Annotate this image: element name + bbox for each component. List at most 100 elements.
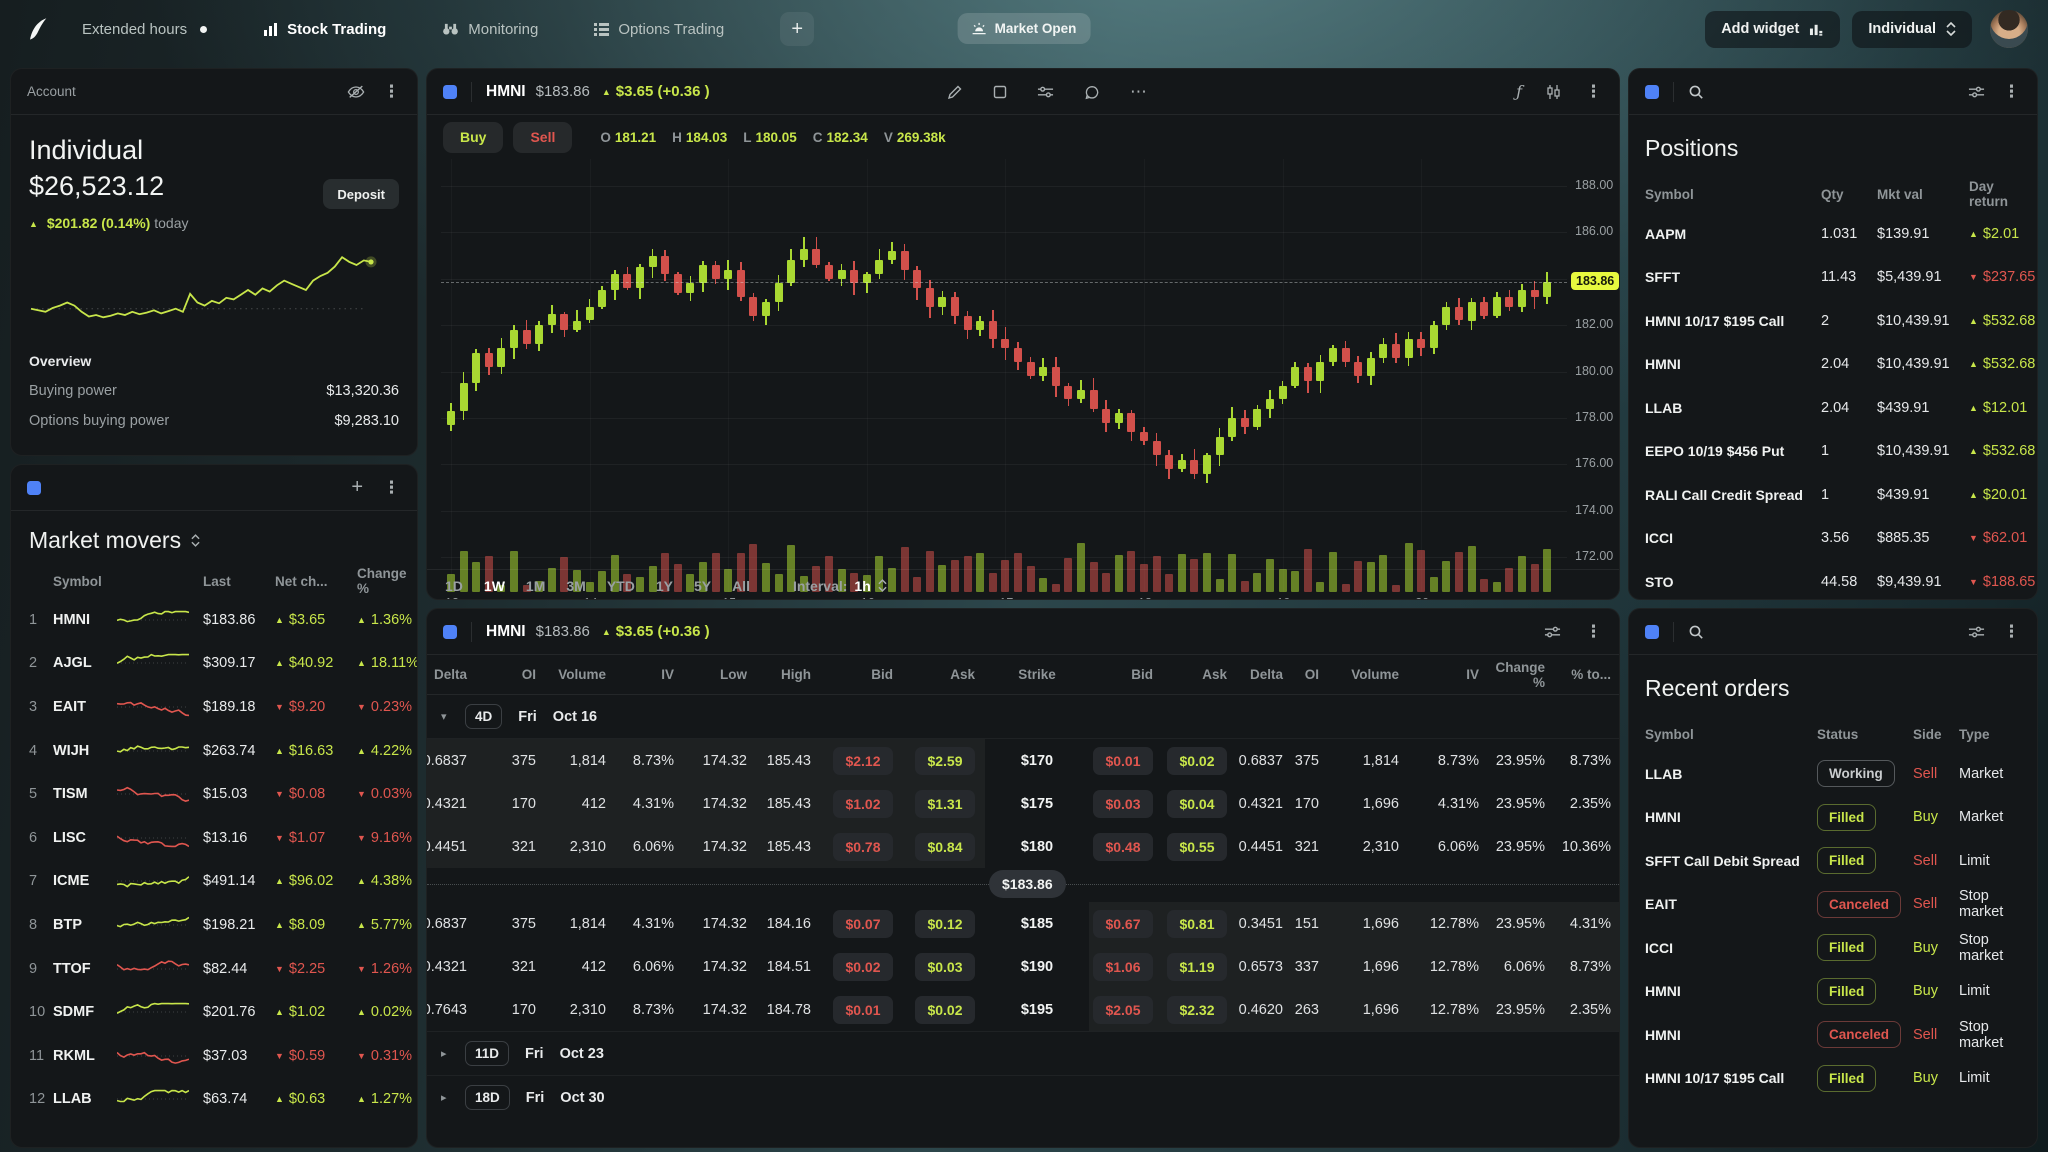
ask-price-button[interactable]: $0.02 xyxy=(915,996,975,1024)
options-row-strike-185[interactable]: 0.68373751,8144.31%174.32184.16$0.07$0.1… xyxy=(426,902,1620,945)
options-row-strike-175[interactable]: 0.43211704124.31%174.32185.43$1.02$1.31$… xyxy=(426,782,1620,825)
position-row-HMNI[interactable]: HMNI 10/17 $195 Call2$10,439.91▲$532.68 xyxy=(1629,299,2037,343)
buy-button[interactable]: Buy xyxy=(443,122,503,153)
position-row-RALI[interactable]: RALI Call Credit Spread1$439.91▲$20.01 xyxy=(1629,473,2037,517)
add-widget-button[interactable]: Add widget xyxy=(1705,11,1840,48)
order-row-SFFT[interactable]: SFFT Call Debit SpreadFilledSellLimit xyxy=(1629,839,2037,883)
chart-menu-kebab-icon[interactable]: ⋮ xyxy=(1585,82,1603,102)
expiry-row-18D[interactable]: ▸18DFriOct 30 xyxy=(427,1075,1619,1119)
range-button-all[interactable]: All xyxy=(732,578,750,594)
bid-price-button[interactable]: $0.02 xyxy=(833,953,893,981)
widget-drag-handle[interactable] xyxy=(1645,85,1659,99)
market-movers-row-BTP[interactable]: 8BTP$198.21▲$8.09▲5.77% xyxy=(11,903,417,947)
position-row-STO[interactable]: STO44.58$9,439.91▼$188.65 xyxy=(1629,560,2037,600)
market-movers-row-TTOF[interactable]: 9TTOF$82.44▼$2.25▼1.26% xyxy=(11,947,417,991)
ask-price-button[interactable]: $0.02 xyxy=(1167,747,1227,775)
order-row-HMNI[interactable]: HMNI 10/17 $195 CallFilledBuyLimit xyxy=(1629,1057,2037,1101)
position-row-SFFT[interactable]: SFFT11.43$5,439.91▼$237.65 xyxy=(1629,256,2037,300)
range-button-3m[interactable]: 3M xyxy=(566,578,585,594)
bid-price-button[interactable]: $0.78 xyxy=(833,833,893,861)
chart-symbol[interactable]: HMNI xyxy=(486,83,526,101)
bid-price-button[interactable]: $1.02 xyxy=(833,790,893,818)
market-movers-row-WIJH[interactable]: 4WIJH$263.74▲$16.63▲4.22% xyxy=(11,729,417,773)
candlestick-chart-plot[interactable]: 188.00186.00184.00182.00180.00178.00176.… xyxy=(441,159,1581,592)
draw-pencil-icon[interactable] xyxy=(947,84,963,100)
bid-price-button[interactable]: $2.05 xyxy=(1093,996,1153,1024)
market-movers-row-LLAB[interactable]: 12LLAB$63.74▲$0.63▲1.27% xyxy=(11,1078,417,1122)
range-button-1m[interactable]: 1M xyxy=(526,578,545,594)
position-row-HMNI[interactable]: HMNI2.04$10,439.91▲$532.68 xyxy=(1629,343,2037,387)
options-row-strike-170[interactable]: 0.68373751,8148.73%174.32185.43$2.12$2.5… xyxy=(426,739,1620,782)
options-symbol[interactable]: HMNI xyxy=(486,623,526,641)
ask-price-button[interactable]: $2.59 xyxy=(915,747,975,775)
widget-drag-handle[interactable] xyxy=(443,625,457,639)
range-button-1w[interactable]: 1W xyxy=(484,578,505,594)
ask-price-button[interactable]: $0.03 xyxy=(915,953,975,981)
bid-price-button[interactable]: $0.01 xyxy=(833,996,893,1024)
range-button-1y[interactable]: 1Y xyxy=(656,578,673,594)
ask-price-button[interactable]: $0.84 xyxy=(915,833,975,861)
range-button-ytd[interactable]: YTD xyxy=(607,578,635,594)
account-selector-dropdown[interactable]: Individual xyxy=(1852,11,1972,48)
range-button-1d[interactable]: 1D xyxy=(445,578,463,594)
bid-price-button[interactable]: $2.12 xyxy=(833,747,893,775)
bid-price-button[interactable]: $0.67 xyxy=(1093,910,1153,938)
user-avatar[interactable] xyxy=(1990,10,2028,48)
tab-options-trading[interactable]: Options Trading xyxy=(594,21,724,38)
bid-price-button[interactable]: $0.01 xyxy=(1093,747,1153,775)
comment-bubble-icon[interactable] xyxy=(1084,85,1100,100)
ask-price-button[interactable]: $2.32 xyxy=(1167,996,1227,1024)
market-movers-row-RKML[interactable]: 11RKML$37.03▼$0.59▼0.31% xyxy=(11,1034,417,1078)
widget-drag-handle[interactable] xyxy=(443,85,457,99)
bid-price-button[interactable]: $1.06 xyxy=(1093,953,1153,981)
extended-hours-toggle[interactable]: Extended hours xyxy=(82,21,207,38)
orders-menu-kebab-icon[interactable]: ⋮ xyxy=(2003,622,2021,642)
bid-price-button[interactable]: $0.07 xyxy=(833,910,893,938)
order-row-ICCI[interactable]: ICCIFilledBuyStop market xyxy=(1629,926,2037,970)
columns-tune-icon[interactable] xyxy=(1968,85,1985,99)
bid-price-button[interactable]: $0.48 xyxy=(1093,833,1153,861)
widget-drag-handle[interactable] xyxy=(1645,625,1659,639)
bid-price-button[interactable]: $0.03 xyxy=(1093,790,1153,818)
sort-updown-icon[interactable] xyxy=(191,534,200,547)
order-row-EAIT[interactable]: EAITCanceledSellStop market xyxy=(1629,883,2037,927)
sell-button[interactable]: Sell xyxy=(513,122,572,153)
widget-drag-handle[interactable] xyxy=(27,481,41,495)
position-row-EEPO[interactable]: EEPO 10/19 $456 Put1$10,439.91▲$532.68 xyxy=(1629,430,2037,474)
market-movers-row-SDMF[interactable]: 10SDMF$201.76▲$1.02▲0.02% xyxy=(11,990,417,1034)
add-workspace-tab-button[interactable]: + xyxy=(780,12,814,46)
deposit-button[interactable]: Deposit xyxy=(323,179,399,209)
ask-price-button[interactable]: $0.81 xyxy=(1167,910,1227,938)
order-row-HMNI[interactable]: HMNIFilledBuyLimit xyxy=(1629,970,2037,1014)
position-row-ICCI[interactable]: ICCI3.56$885.35▼$62.01 xyxy=(1629,517,2037,561)
options-row-strike-180[interactable]: 0.44513212,3106.06%174.32185.43$0.78$0.8… xyxy=(426,825,1620,868)
position-row-LLAB[interactable]: LLAB2.04$439.91▲$12.01 xyxy=(1629,386,2037,430)
options-row-strike-195[interactable]: 0.76431702,3108.73%174.32184.78$0.01$0.0… xyxy=(426,988,1620,1031)
filter-tune-icon[interactable] xyxy=(1544,625,1561,639)
fx-indicator-icon[interactable]: ƒ xyxy=(1516,82,1522,101)
search-icon[interactable] xyxy=(1688,84,1704,100)
market-movers-row-ICME[interactable]: 7ICME$491.14▲$96.02▲4.38% xyxy=(11,860,417,904)
ask-price-button[interactable]: $0.04 xyxy=(1167,790,1227,818)
search-icon[interactable] xyxy=(1688,624,1704,640)
ask-price-button[interactable]: $0.12 xyxy=(915,910,975,938)
options-menu-kebab-icon[interactable]: ⋮ xyxy=(1585,622,1603,642)
market-movers-row-EAIT[interactable]: 3EAIT$189.18▼$9.20▼0.23% xyxy=(11,685,417,729)
account-menu-kebab-icon[interactable]: ⋮ xyxy=(383,82,401,102)
more-tools-ellipsis-icon[interactable]: ⋯ xyxy=(1130,82,1148,102)
positions-menu-kebab-icon[interactable]: ⋮ xyxy=(2003,82,2021,102)
ask-price-button[interactable]: $0.55 xyxy=(1167,833,1227,861)
movers-menu-kebab-icon[interactable]: ⋮ xyxy=(383,478,401,498)
order-row-HMNI[interactable]: HMNICanceledSellStop market xyxy=(1629,1013,2037,1057)
market-movers-row-HMNI[interactable]: 1HMNI$183.86▲$3.65▲1.36% xyxy=(11,598,417,642)
market-movers-row-TISM[interactable]: 5TISM$15.03▼$0.08▼0.03% xyxy=(11,772,417,816)
expiry-row-4D[interactable]: ▾4DFriOct 16 xyxy=(427,695,1619,739)
tab-monitoring[interactable]: Monitoring xyxy=(442,21,538,38)
market-movers-title-row[interactable]: Market movers xyxy=(11,511,417,558)
tab-stock-trading[interactable]: Stock Trading xyxy=(263,21,386,38)
add-symbol-plus-icon[interactable]: + xyxy=(351,476,363,499)
order-row-HMNI[interactable]: HMNIFilledBuyMarket xyxy=(1629,796,2037,840)
order-row-LLAB[interactable]: LLABWorkingSellMarket xyxy=(1629,752,2037,796)
interval-selector[interactable]: Interval: 1h xyxy=(793,578,887,594)
ask-price-button[interactable]: $1.19 xyxy=(1167,953,1227,981)
